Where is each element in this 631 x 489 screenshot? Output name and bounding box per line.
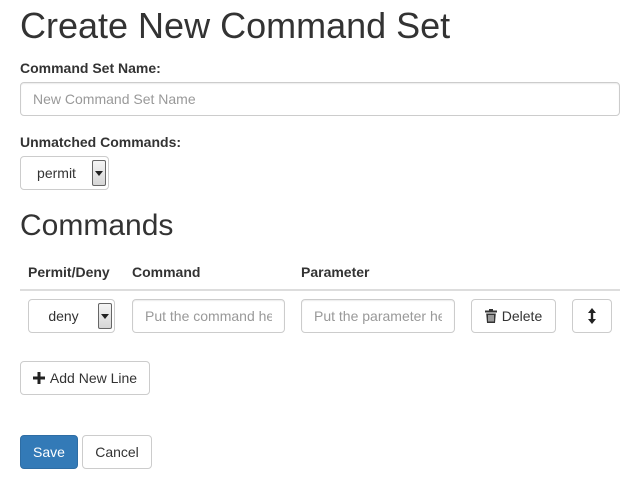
commands-section-title: Commands — [20, 209, 174, 242]
parameter-input[interactable] — [301, 299, 455, 333]
plus-icon — [32, 372, 45, 384]
unmatched-commands-value: permit — [37, 165, 76, 181]
command-set-name-label: Command Set Name: — [20, 60, 161, 76]
column-header-permit-deny: Permit/Deny — [28, 264, 110, 280]
add-new-line-button[interactable]: Add New Line — [20, 361, 150, 395]
caret-down-icon — [92, 160, 106, 186]
permit-deny-select[interactable]: deny — [28, 299, 115, 333]
unmatched-commands-select[interactable]: permit — [20, 156, 109, 190]
caret-down-icon — [98, 303, 112, 329]
table-header-divider — [20, 289, 620, 291]
unmatched-commands-label: Unmatched Commands: — [20, 134, 182, 150]
reorder-handle-button[interactable] — [572, 299, 612, 333]
delete-button-label: Delete — [501, 308, 543, 324]
page-title: Create New Command Set — [20, 5, 451, 46]
add-new-line-label: Add New Line — [49, 370, 138, 386]
delete-button[interactable]: Delete — [471, 299, 556, 333]
cancel-button[interactable]: Cancel — [82, 435, 152, 469]
vertical-resize-icon — [588, 308, 596, 324]
trash-icon — [484, 309, 497, 323]
command-input[interactable] — [132, 299, 285, 333]
column-header-parameter: Parameter — [301, 264, 370, 280]
column-header-command: Command — [132, 264, 201, 280]
command-set-name-input[interactable] — [20, 82, 620, 116]
permit-deny-value: deny — [48, 308, 79, 324]
save-button[interactable]: Save — [20, 435, 78, 469]
